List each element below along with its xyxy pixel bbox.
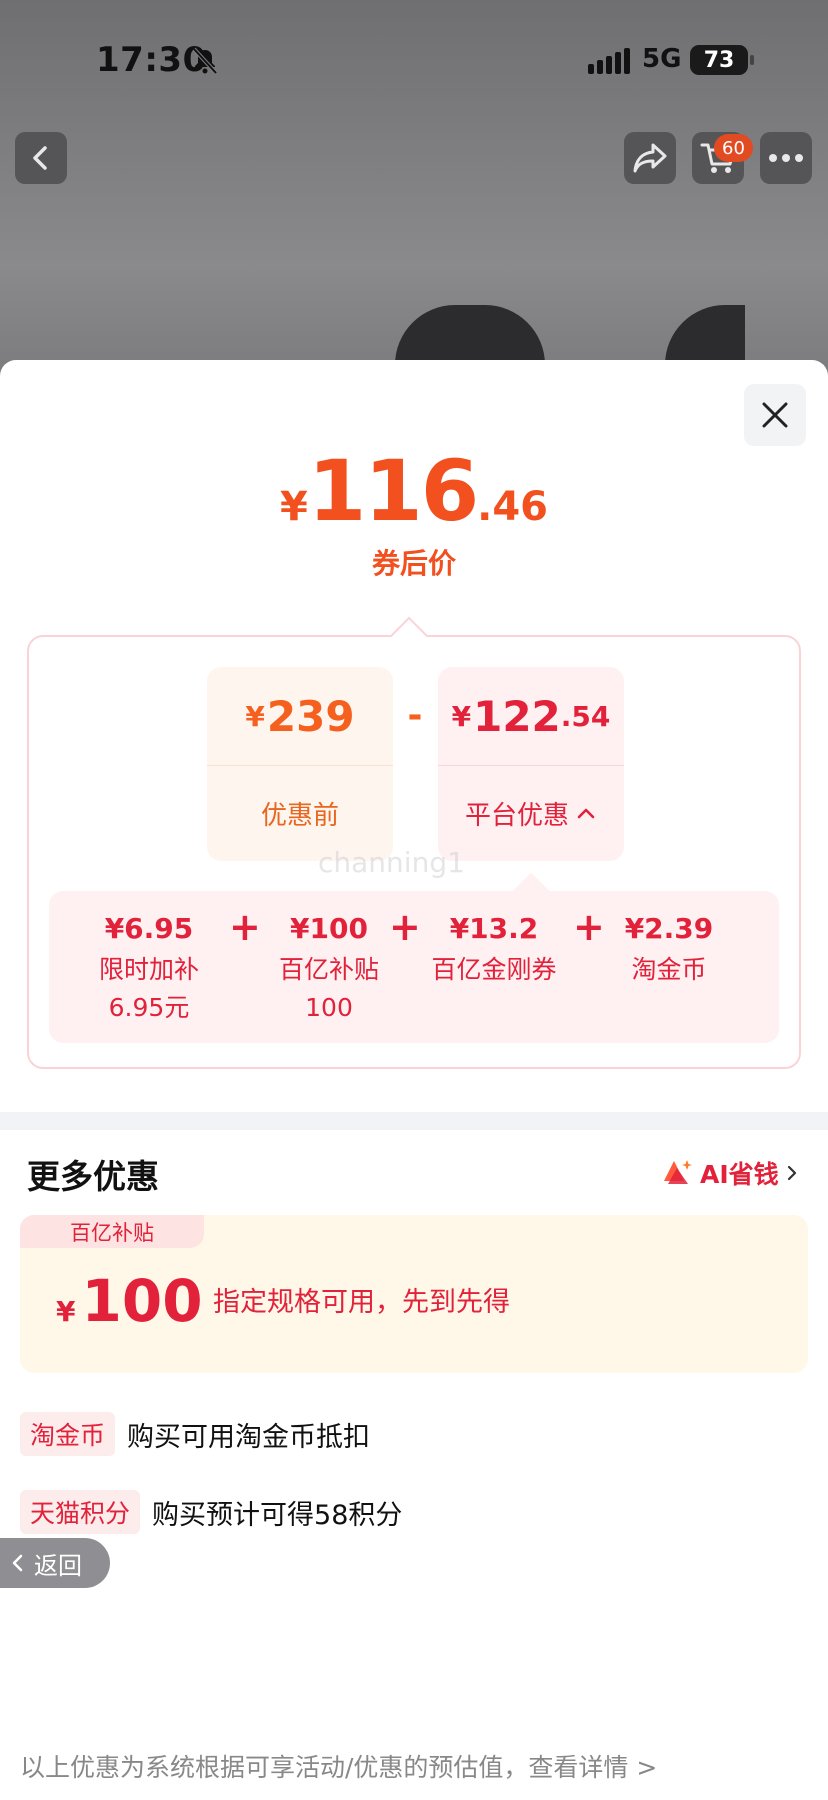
original-price-value: 239: [266, 691, 355, 741]
chevron-right-icon: [787, 1165, 796, 1181]
more-button[interactable]: [760, 132, 812, 184]
signal-icon: [588, 48, 630, 74]
share-icon: [633, 143, 667, 173]
discount-item: ¥100 百亿补贴 100: [269, 891, 389, 1025]
offer-line: 天猫积分 购买预计可得58积分: [20, 1490, 402, 1534]
floating-back-button[interactable]: 返回: [0, 1538, 110, 1588]
discount-item-value: ¥13.2: [449, 912, 539, 945]
discount-item-name: 百亿金刚券: [431, 955, 557, 984]
background-product-page: 17:30 5G 73 60: [0, 0, 828, 380]
discount-item-name: 淘金币: [631, 955, 707, 984]
discount-item: ¥6.95 限时加补 6.95元: [89, 891, 209, 1025]
coupon-amount: ¥100: [56, 1267, 203, 1335]
product-image-fragment: [665, 305, 745, 365]
close-icon: [762, 402, 788, 428]
offer-line-tag: 淘金币: [20, 1412, 116, 1456]
offer-line-text: 购买预计可得58积分: [152, 1499, 403, 1531]
close-button[interactable]: [744, 384, 806, 446]
network-type: 5G: [642, 44, 682, 74]
discount-item-detail: 100: [305, 993, 353, 1022]
discount-item-detail: 6.95元: [108, 993, 190, 1022]
watermark-text: channing1: [318, 846, 465, 879]
floating-back-label: 返回: [34, 1551, 82, 1580]
battery-level: 73: [690, 45, 754, 75]
chevron-left-icon: [33, 146, 47, 170]
section-divider: [0, 1112, 828, 1130]
final-price: ¥116.46: [0, 442, 828, 540]
coupon-description: 指定规格可用，先到先得: [213, 1287, 510, 1318]
final-price-currency: ¥: [279, 484, 308, 530]
subsidy-coupon-card[interactable]: 百亿补贴 ¥100 指定规格可用，先到先得: [20, 1215, 808, 1373]
share-button[interactable]: [624, 132, 676, 184]
platform-discount-label: 平台优惠: [464, 800, 569, 831]
footer-disclaimer-link[interactable]: 以上优惠为系统根据可享活动/优惠的预估值，查看详情 >: [20, 1748, 657, 1784]
discount-item: ¥13.2 百亿金刚券: [419, 891, 569, 987]
offer-line-tag: 天猫积分: [20, 1490, 141, 1534]
minus-sign: -: [407, 695, 423, 736]
discount-item-value: ¥100: [290, 912, 368, 945]
chevron-up-icon: [577, 808, 595, 819]
plus-sign: +: [229, 905, 261, 949]
discount-item-value: ¥6.95: [104, 912, 194, 945]
final-price-integer: 116: [307, 442, 479, 540]
final-price-label: 券后价: [371, 547, 456, 580]
coupon-value: 100: [81, 1267, 203, 1335]
discount-item-value: ¥2.39: [624, 912, 714, 945]
platform-discount-decimal: .54: [560, 699, 611, 733]
plus-sign: +: [573, 905, 605, 949]
product-image-fragment: [395, 305, 545, 365]
back-button[interactable]: [15, 132, 67, 184]
discount-item-name: 百亿补贴: [278, 955, 379, 984]
original-price-card: ¥239 优惠前: [207, 667, 393, 861]
coupon-tag: 百亿补贴: [20, 1215, 204, 1248]
discount-item-name: 限时加补: [98, 955, 199, 984]
more-dots-icon: [769, 154, 803, 162]
status-bar: 17:30 5G 73: [0, 0, 828, 120]
bell-off-icon: [192, 47, 218, 75]
offer-line: 淘金币 购买可用淘金币抵扣: [20, 1412, 370, 1456]
plus-sign: +: [389, 905, 421, 949]
platform-discount-integer: 122: [473, 691, 561, 741]
discount-items-panel: ¥6.95 限时加补 6.95元 + ¥100 百亿补贴 100 + ¥13.2…: [49, 891, 779, 1043]
original-price-currency: ¥: [245, 699, 265, 733]
platform-discount-currency: ¥: [451, 699, 472, 733]
discount-item: ¥2.39 淘金币: [609, 891, 729, 987]
final-price-decimal: .46: [477, 484, 549, 530]
chevron-left-icon: [12, 1554, 23, 1572]
platform-discount-card[interactable]: ¥122.54 平台优惠: [438, 667, 624, 861]
discount-detail-sheet: ¥116.46 券后价 ¥239 优惠前 - ¥122.54 平台优惠 ¥6.9…: [0, 360, 828, 1800]
ai-save-money-label: AI省钱: [700, 1160, 779, 1189]
more-offers-title: 更多优惠: [27, 1157, 159, 1196]
cart-count-badge: 60: [714, 134, 753, 162]
offer-line-text: 购买可用淘金币抵扣: [127, 1421, 371, 1453]
ai-sparkle-icon: [664, 1160, 692, 1184]
ai-save-money-link[interactable]: AI省钱: [662, 1156, 799, 1190]
coupon-currency: ¥: [56, 1295, 76, 1328]
